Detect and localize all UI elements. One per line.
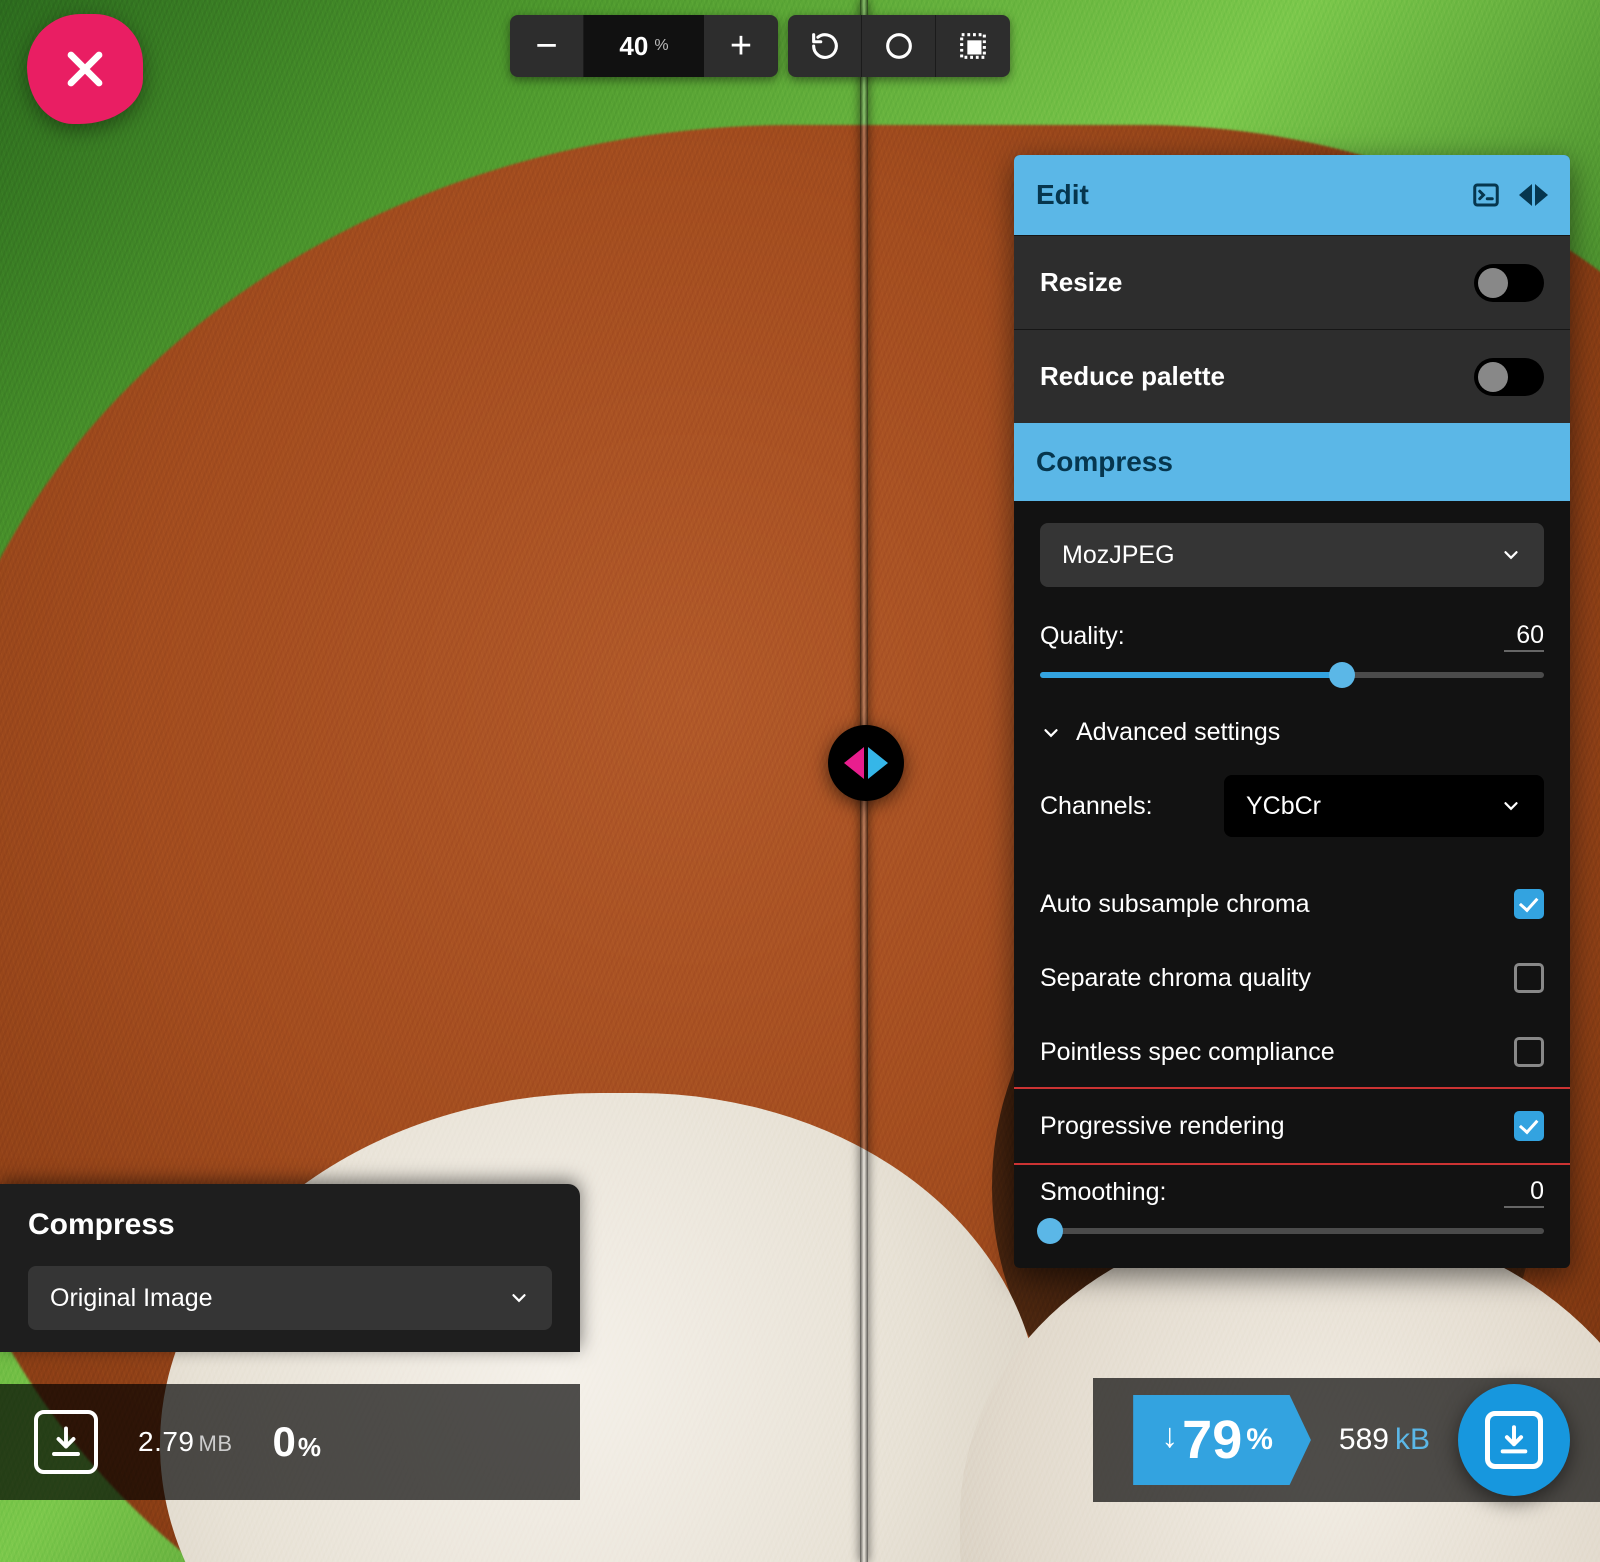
reduce-palette-row: Reduce palette — [1014, 329, 1570, 423]
zoom-value-display[interactable]: 40 % — [584, 15, 704, 77]
close-icon — [61, 45, 109, 93]
advanced-settings-label: Advanced settings — [1076, 718, 1280, 747]
close-button[interactable] — [27, 14, 143, 124]
zoom-in-button[interactable]: + — [704, 15, 778, 77]
right-size-text: 589kB — [1339, 1423, 1430, 1457]
chevron-down-icon — [1500, 544, 1522, 566]
channels-label: Channels: — [1040, 792, 1153, 821]
left-percent-text: 0% — [273, 1418, 321, 1466]
edit-panel-header: Edit — [1014, 155, 1570, 235]
encoder-value: MozJPEG — [1062, 541, 1175, 570]
smoothing-label: Smoothing: — [1040, 1178, 1166, 1207]
download-right-button[interactable] — [1458, 1384, 1570, 1496]
auto-subsample-row: Auto subsample chroma — [1040, 867, 1544, 941]
zoom-toolbar: − 40 % + — [510, 15, 1010, 77]
resize-row: Resize — [1014, 235, 1570, 329]
smoothing-slider[interactable] — [1040, 1228, 1544, 1234]
checker-icon — [956, 29, 990, 63]
resize-label: Resize — [1040, 267, 1122, 298]
quality-label: Quality: — [1040, 622, 1125, 651]
download-icon — [1497, 1423, 1531, 1457]
circle-icon — [882, 29, 916, 63]
auto-subsample-label: Auto subsample chroma — [1040, 890, 1310, 919]
copy-settings-button[interactable] — [1519, 184, 1548, 206]
rotate-icon — [808, 29, 842, 63]
download-icon — [48, 1424, 84, 1460]
chevron-down-icon — [508, 1287, 530, 1309]
zoom-value: 40 — [619, 31, 648, 62]
edit-panel-title: Edit — [1036, 179, 1089, 211]
resize-toggle[interactable] — [1474, 264, 1544, 302]
chevron-down-icon — [1040, 722, 1062, 744]
transparency-button[interactable] — [936, 15, 1010, 77]
pointless-spec-label: Pointless spec compliance — [1040, 1038, 1335, 1067]
smoothing-value[interactable]: 0 — [1504, 1177, 1544, 1208]
right-status-bar: ↓ 79 % 589kB — [1093, 1378, 1600, 1502]
quality-value[interactable]: 60 — [1504, 621, 1544, 652]
left-size-text: 2.79MB — [138, 1426, 233, 1458]
compress-section-header: Compress — [1014, 423, 1570, 501]
triangle-right-small-icon — [1535, 184, 1548, 206]
separate-chroma-row: Separate chroma quality — [1040, 941, 1544, 1015]
separate-chroma-label: Separate chroma quality — [1040, 964, 1311, 993]
cli-icon[interactable] — [1471, 180, 1501, 210]
left-compress-panel: Compress Original Image — [0, 1184, 580, 1352]
zoom-out-button[interactable]: − — [510, 15, 584, 77]
auto-subsample-checkbox[interactable] — [1514, 889, 1544, 919]
channels-select[interactable]: YCbCr — [1224, 775, 1544, 837]
left-status-bar: 2.79MB 0% — [0, 1384, 580, 1500]
triangle-right-icon — [868, 747, 888, 779]
compare-handle[interactable] — [828, 725, 904, 801]
channels-value: YCbCr — [1246, 792, 1321, 821]
reduce-palette-label: Reduce palette — [1040, 361, 1225, 392]
encoder-select[interactable]: MozJPEG — [1040, 523, 1544, 587]
triangle-left-small-icon — [1519, 184, 1532, 206]
advanced-settings-toggle[interactable]: Advanced settings — [1040, 718, 1544, 747]
reduction-badge: ↓ 79 % — [1133, 1395, 1311, 1485]
quality-slider[interactable] — [1040, 672, 1544, 678]
left-mode-value: Original Image — [50, 1284, 213, 1313]
reduce-palette-toggle[interactable] — [1474, 358, 1544, 396]
left-panel-title: Compress — [28, 1208, 552, 1242]
down-arrow-icon: ↓ — [1161, 1417, 1178, 1456]
download-left-button[interactable] — [34, 1410, 98, 1474]
rotate-button[interactable] — [788, 15, 862, 77]
pointless-spec-checkbox[interactable] — [1514, 1037, 1544, 1067]
progressive-rendering-label: Progressive rendering — [1040, 1112, 1285, 1141]
reduction-value: 79 — [1182, 1409, 1242, 1471]
chevron-down-icon — [1500, 795, 1522, 817]
background-toggle-button[interactable] — [862, 15, 936, 77]
zoom-unit: % — [654, 37, 668, 55]
progressive-rendering-checkbox[interactable] — [1514, 1111, 1544, 1141]
edit-panel: Edit Resize Reduce palette Compress MozJ… — [1014, 155, 1570, 1268]
triangle-left-icon — [844, 747, 864, 779]
progressive-rendering-row: Progressive rendering — [1014, 1089, 1570, 1163]
separate-chroma-checkbox[interactable] — [1514, 963, 1544, 993]
compress-section-title: Compress — [1036, 446, 1173, 478]
left-mode-select[interactable]: Original Image — [28, 1266, 552, 1330]
pointless-spec-row: Pointless spec compliance — [1040, 1015, 1544, 1089]
reduction-unit: % — [1246, 1423, 1273, 1457]
